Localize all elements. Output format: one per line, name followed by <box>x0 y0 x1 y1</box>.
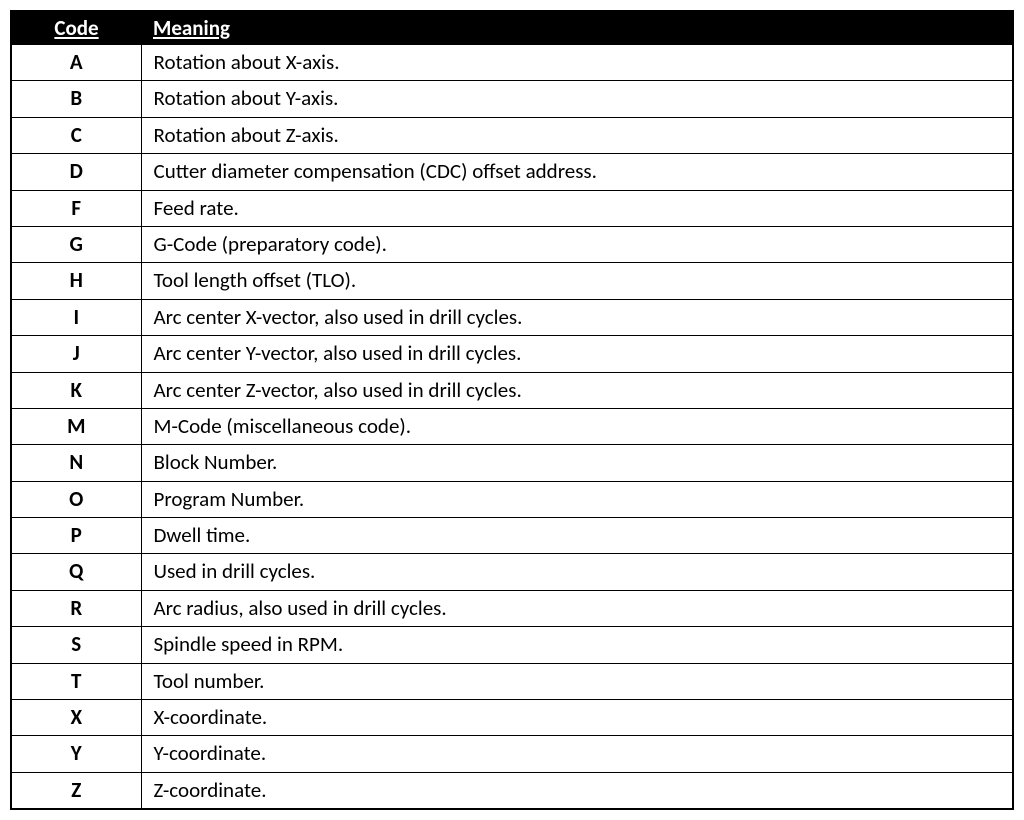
code-cell: T <box>11 663 141 699</box>
code-cell: Z <box>11 772 141 809</box>
meaning-cell: Program Number. <box>141 481 1013 517</box>
meaning-cell: Dwell time. <box>141 518 1013 554</box>
meaning-cell: Rotation about X-axis. <box>141 45 1013 81</box>
table-row: TTool number. <box>11 663 1013 699</box>
code-cell: K <box>11 372 141 408</box>
table-row: QUsed in drill cycles. <box>11 554 1013 590</box>
code-cell: N <box>11 445 141 481</box>
code-cell: S <box>11 627 141 663</box>
table-row: GG-Code (preparatory code). <box>11 226 1013 262</box>
table-row: SSpindle speed in RPM. <box>11 627 1013 663</box>
table-row: FFeed rate. <box>11 190 1013 226</box>
meaning-cell: Rotation about Y-axis. <box>141 81 1013 117</box>
code-cell: Q <box>11 554 141 590</box>
meaning-cell: Tool length offset (TLO). <box>141 263 1013 299</box>
code-reference-table: Code Meaning ARotation about X-axis.BRot… <box>10 10 1014 810</box>
table-row: OProgram Number. <box>11 481 1013 517</box>
code-cell: Y <box>11 736 141 772</box>
meaning-cell: Cutter diameter compensation (CDC) offse… <box>141 154 1013 190</box>
table-row: RArc radius, also used in drill cycles. <box>11 590 1013 626</box>
header-code: Code <box>11 11 141 45</box>
table-row: IArc center X-vector, also used in drill… <box>11 299 1013 335</box>
code-cell: C <box>11 117 141 153</box>
meaning-cell: Spindle speed in RPM. <box>141 627 1013 663</box>
meaning-cell: Arc center X-vector, also used in drill … <box>141 299 1013 335</box>
code-cell: H <box>11 263 141 299</box>
table-row: MM-Code (miscellaneous code). <box>11 408 1013 444</box>
code-cell: J <box>11 336 141 372</box>
meaning-cell: Z-coordinate. <box>141 772 1013 809</box>
code-cell: X <box>11 700 141 736</box>
meaning-cell: G-Code (preparatory code). <box>141 226 1013 262</box>
code-cell: F <box>11 190 141 226</box>
meaning-cell: Arc center Z-vector, also used in drill … <box>141 372 1013 408</box>
meaning-cell: Feed rate. <box>141 190 1013 226</box>
table-row: DCutter diameter compensation (CDC) offs… <box>11 154 1013 190</box>
code-cell: G <box>11 226 141 262</box>
code-cell: M <box>11 408 141 444</box>
meaning-cell: Arc center Y-vector, also used in drill … <box>141 336 1013 372</box>
table-row: YY-coordinate. <box>11 736 1013 772</box>
code-cell: O <box>11 481 141 517</box>
code-cell: P <box>11 518 141 554</box>
table-row: CRotation about Z-axis. <box>11 117 1013 153</box>
meaning-cell: Y-coordinate. <box>141 736 1013 772</box>
table-row: PDwell time. <box>11 518 1013 554</box>
table-row: ZZ-coordinate. <box>11 772 1013 809</box>
meaning-cell: M-Code (miscellaneous code). <box>141 408 1013 444</box>
code-cell: B <box>11 81 141 117</box>
table-row: KArc center Z-vector, also used in drill… <box>11 372 1013 408</box>
table-body: ARotation about X-axis.BRotation about Y… <box>11 45 1013 810</box>
table-header-row: Code Meaning <box>11 11 1013 45</box>
meaning-cell: Used in drill cycles. <box>141 554 1013 590</box>
table-row: NBlock Number. <box>11 445 1013 481</box>
meaning-cell: Block Number. <box>141 445 1013 481</box>
table-row: XX-coordinate. <box>11 700 1013 736</box>
meaning-cell: X-coordinate. <box>141 700 1013 736</box>
code-cell: D <box>11 154 141 190</box>
table-row: HTool length offset (TLO). <box>11 263 1013 299</box>
header-meaning: Meaning <box>141 11 1013 45</box>
code-cell: I <box>11 299 141 335</box>
meaning-cell: Tool number. <box>141 663 1013 699</box>
code-cell: R <box>11 590 141 626</box>
table-row: BRotation about Y-axis. <box>11 81 1013 117</box>
meaning-cell: Rotation about Z-axis. <box>141 117 1013 153</box>
code-cell: A <box>11 45 141 81</box>
meaning-cell: Arc radius, also used in drill cycles. <box>141 590 1013 626</box>
table-row: ARotation about X-axis. <box>11 45 1013 81</box>
table-row: JArc center Y-vector, also used in drill… <box>11 336 1013 372</box>
